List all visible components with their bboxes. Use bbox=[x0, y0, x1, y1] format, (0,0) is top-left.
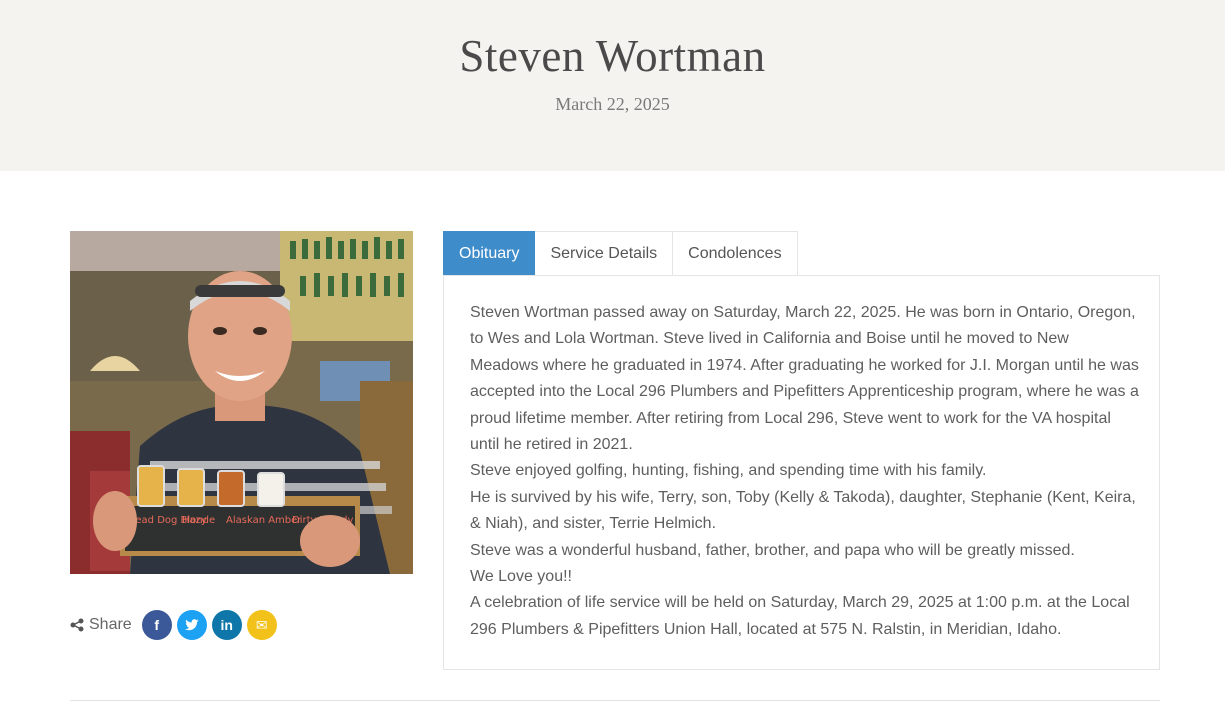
share-icon bbox=[70, 618, 84, 632]
linkedin-share-button[interactable]: in bbox=[211, 610, 242, 640]
twitter-icon bbox=[184, 619, 199, 631]
facebook-icon: f bbox=[154, 617, 160, 633]
linkedin-icon: in bbox=[220, 617, 233, 633]
share-label: Share bbox=[89, 616, 132, 633]
tray-label-3: Alaskan Amber bbox=[226, 515, 302, 526]
tab-condolences[interactable]: Condolences bbox=[673, 231, 798, 276]
obituary-tabs: Obituary Service Details Condolences bbox=[443, 231, 798, 276]
obituary-text: Steven Wortman passed away on Saturday, … bbox=[470, 300, 1140, 643]
email-icon: ✉ bbox=[255, 616, 268, 633]
tab-service-details[interactable]: Service Details bbox=[535, 231, 674, 276]
footer-divider bbox=[70, 700, 1160, 701]
email-share-button[interactable]: ✉ bbox=[246, 610, 277, 640]
deceased-name: Steven Wortman bbox=[459, 31, 766, 81]
date-of-passing: March 22, 2025 bbox=[555, 94, 670, 114]
obituary-panel: Steven Wortman passed away on Saturday, … bbox=[443, 275, 1160, 670]
deceased-photo: Lead Dog Blonde Hazy Alaskan Amber Dirty… bbox=[70, 231, 413, 574]
obituary-paragraph: He is survived by his wife, Terry, son, … bbox=[470, 488, 1136, 533]
obituary-paragraph: Steve was a wonderful husband, father, b… bbox=[470, 541, 1075, 559]
tab-obituary[interactable]: Obituary bbox=[443, 231, 536, 276]
share-bar: Share f in ✉ bbox=[70, 610, 282, 640]
obituary-paragraph: Steve enjoyed golfing, hunting, fishing,… bbox=[470, 462, 987, 480]
obituary-paragraph: Steven Wortman passed away on Saturday, … bbox=[470, 304, 1139, 454]
tray-label-2: Hazy bbox=[182, 515, 207, 526]
obituary-paragraph: A celebration of life service will be he… bbox=[470, 594, 1130, 638]
page-header: Steven Wortman March 22, 2025 bbox=[0, 0, 1225, 171]
twitter-share-button[interactable] bbox=[176, 610, 207, 640]
facebook-share-button[interactable]: f bbox=[141, 610, 172, 640]
obituary-paragraph: We Love you!! bbox=[470, 568, 572, 586]
